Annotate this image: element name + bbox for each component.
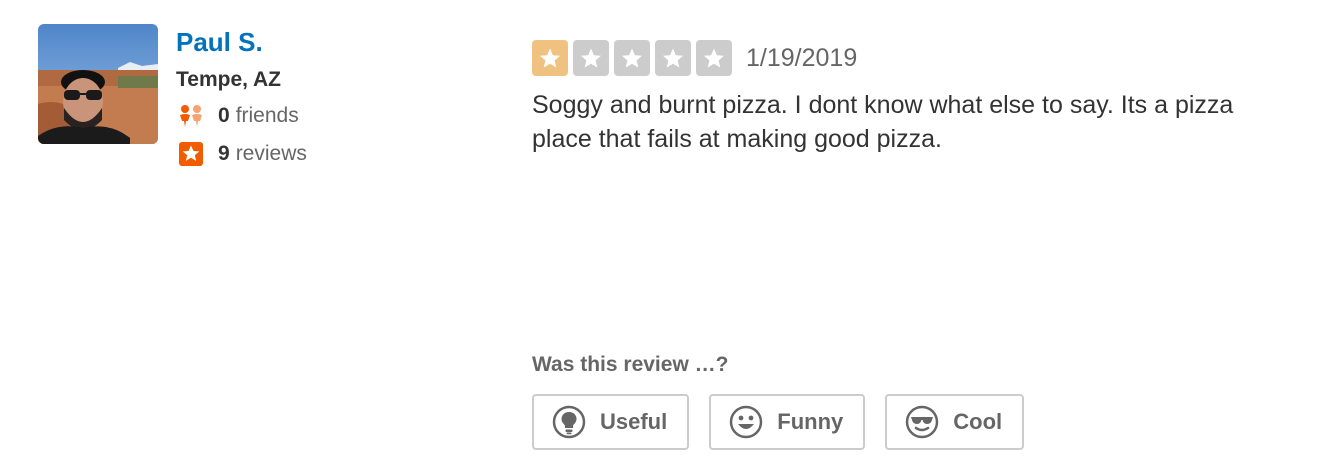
friends-label: friends	[235, 104, 299, 127]
lightbulb-icon	[552, 405, 586, 439]
reviews-stat: 9 reviews	[178, 140, 307, 168]
rating-row: 1/19/2019	[532, 40, 857, 76]
useful-label: Useful	[600, 409, 668, 434]
star-empty-icon	[696, 40, 732, 76]
friends-icon	[178, 102, 208, 130]
sunglasses-icon	[905, 405, 939, 439]
avatar[interactable]	[38, 24, 158, 144]
cool-button[interactable]: Cool	[885, 394, 1025, 450]
review-date: 1/19/2019	[746, 44, 858, 72]
star-empty-icon	[614, 40, 650, 76]
friends-stat: 0 friends	[178, 102, 299, 130]
star-empty-icon	[655, 40, 691, 76]
reviews-count: 9	[218, 142, 230, 165]
useful-button[interactable]: Useful	[532, 394, 690, 450]
vote-buttons: Useful Funny Cool	[532, 394, 1044, 450]
cool-label: Cool	[953, 409, 1003, 434]
funny-button[interactable]: Funny	[709, 394, 866, 450]
vote-prompt: Was this review …?	[532, 353, 729, 376]
funny-label: Funny	[777, 409, 844, 434]
smiley-icon	[729, 405, 763, 439]
user-name[interactable]: Paul S.	[176, 26, 263, 58]
star-empty-icon	[573, 40, 609, 76]
friends-count: 0	[218, 104, 230, 127]
star-rating	[532, 40, 732, 76]
review-text: Soggy and burnt pizza. I dont know what …	[532, 91, 1234, 153]
avatar-photo	[38, 24, 158, 144]
reviews-icon	[178, 140, 208, 168]
reviews-label: reviews	[235, 142, 307, 165]
star-filled-icon	[532, 40, 568, 76]
user-location: Tempe, AZ	[176, 68, 282, 91]
